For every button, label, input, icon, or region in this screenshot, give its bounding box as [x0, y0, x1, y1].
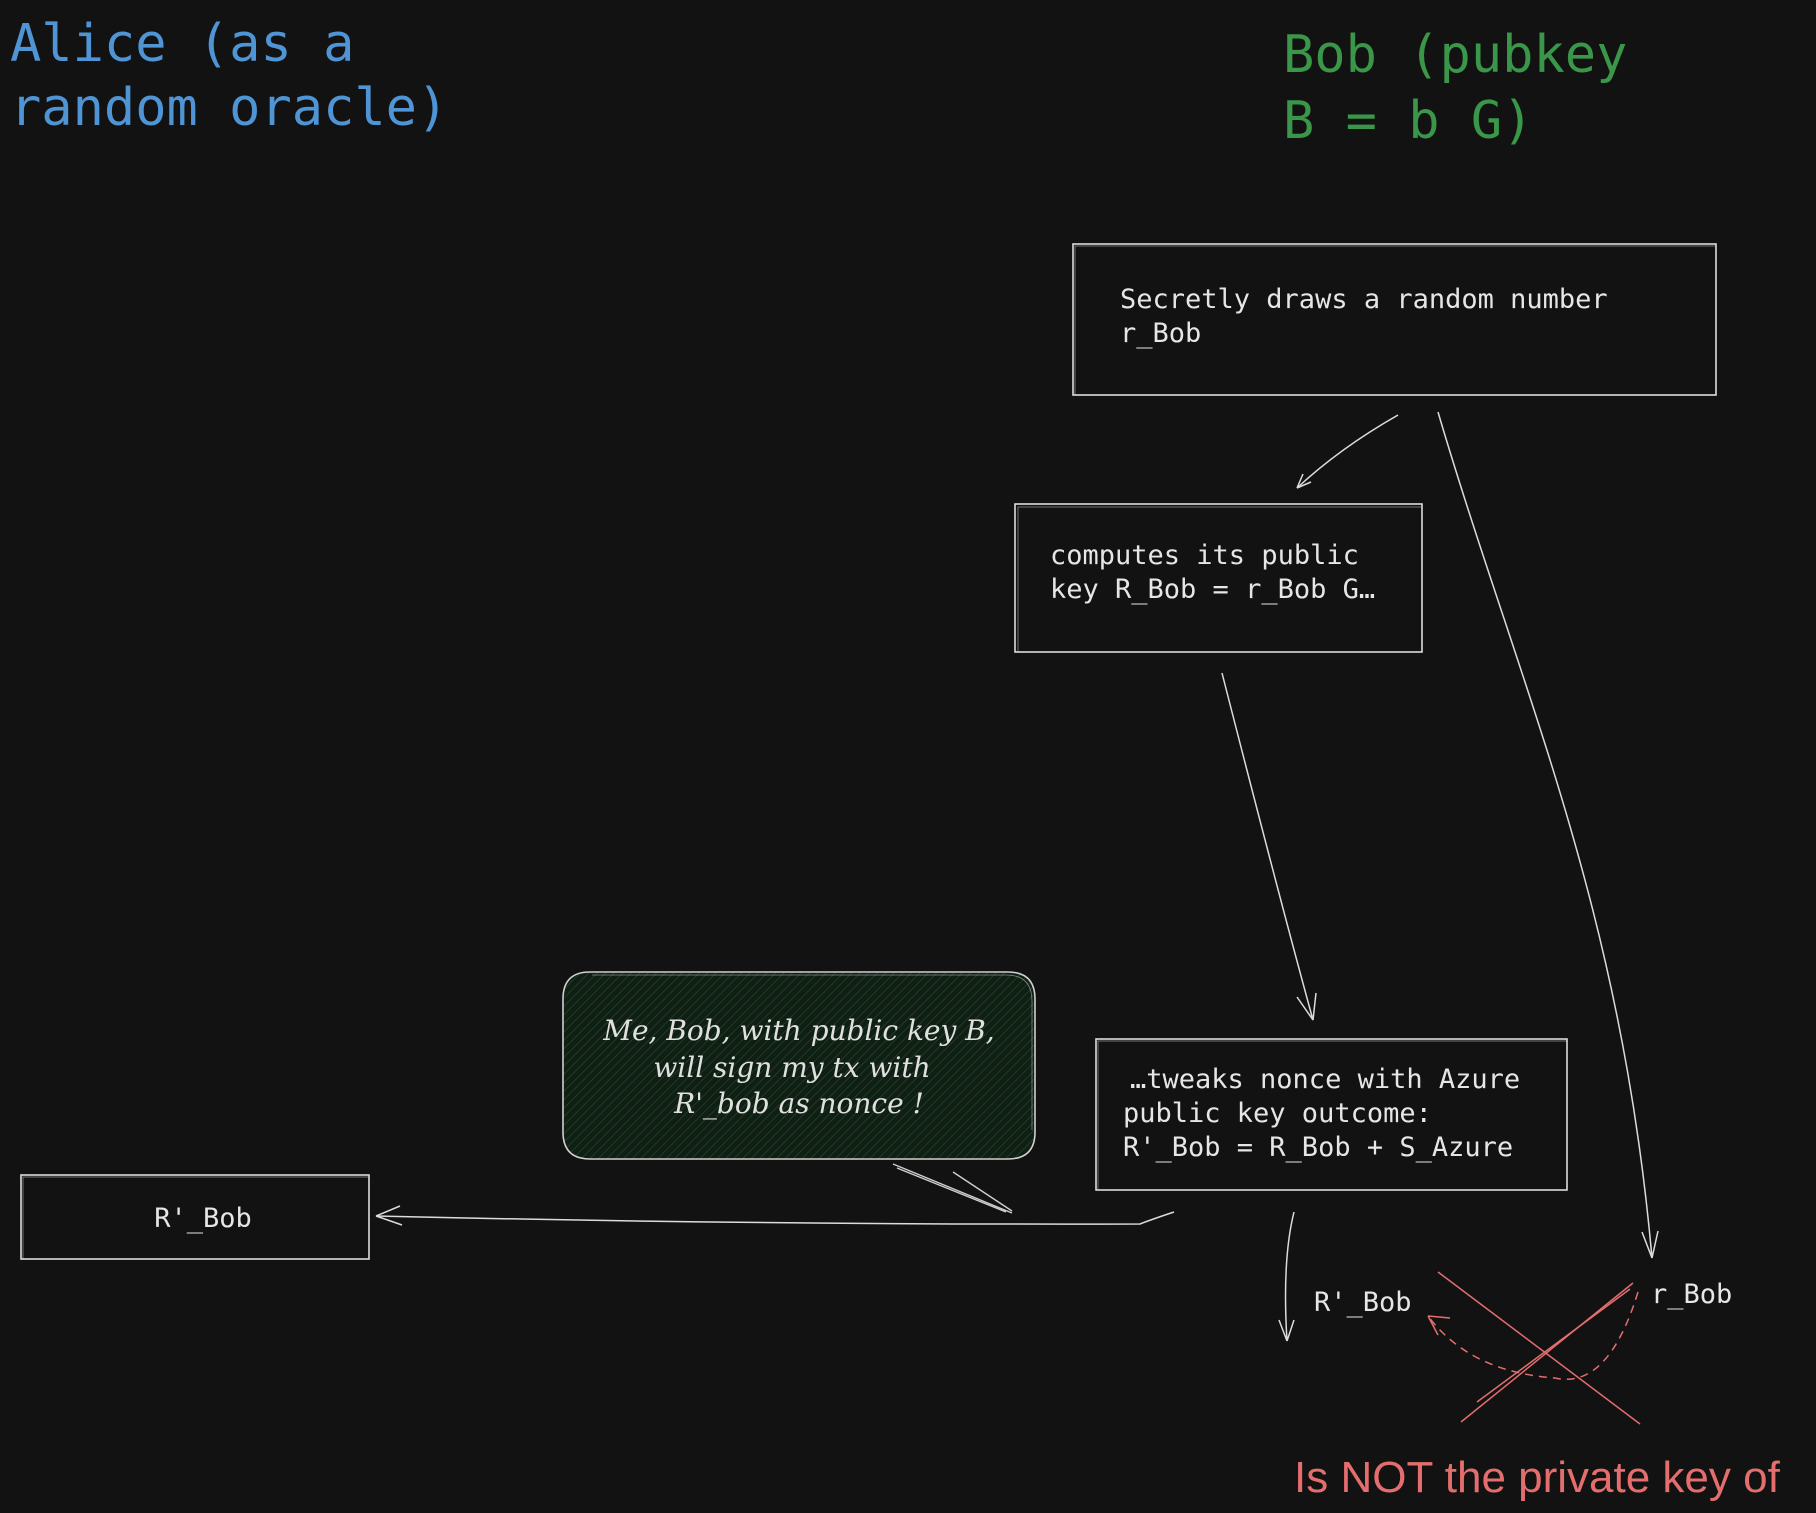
arrow-draw-to-compute: [1296, 414, 1399, 489]
alice-title-line1: Alice (as a: [10, 14, 354, 74]
bob-title-line1: Bob (pubkey: [1283, 25, 1627, 85]
step-draw-nonce-box[interactable]: Secretly draws a random number r_Bob: [1072, 243, 1717, 396]
diagram-canvas: Alice (as a random oracle) Bob (pubkey B…: [10, 14, 1781, 1502]
step-draw-nonce-line2: r_Bob: [1120, 318, 1201, 349]
arrow-tweak-to-r-prime-bob: [1278, 1211, 1295, 1342]
step-tweak-line3: R'_Bob = R_Bob + S_Azure: [1123, 1132, 1513, 1163]
step-tweak-line1: …tweaks nonce with Azure: [1130, 1064, 1520, 1095]
step-draw-nonce-line1: Secretly draws a random number: [1120, 284, 1608, 315]
arrow-compute-to-tweak: [1221, 672, 1317, 1021]
warning-text: Is NOT the private key of: [1294, 1453, 1781, 1502]
bob-announcement-note[interactable]: Me, Bob, with public key B, will sign my…: [562, 971, 1036, 1214]
step-tweak-line2: public key outcome:: [1123, 1098, 1432, 1129]
alice-received-nonce-label: R'_Bob: [154, 1203, 252, 1234]
arrow-tweak-to-alice: [375, 1205, 1175, 1226]
note-line2: will sign my tx with: [653, 1051, 930, 1084]
step-compute-pubkey-line2: key R_Bob = r_Bob G…: [1050, 574, 1375, 605]
note-line3: R'_bob as nonce !: [673, 1087, 924, 1120]
note-line1: Me, Bob, with public key B,: [602, 1014, 994, 1047]
step-compute-pubkey-box[interactable]: computes its public key R_Bob = r_Bob G…: [1014, 503, 1423, 653]
alice-received-nonce-box[interactable]: R'_Bob: [20, 1174, 370, 1260]
r-bob-label: r_Bob: [1651, 1279, 1732, 1310]
step-compute-pubkey-line1: computes its public: [1050, 540, 1359, 571]
step-tweak-nonce-box[interactable]: …tweaks nonce with Azure public key outc…: [1095, 1038, 1568, 1191]
r-prime-bob-label: R'_Bob: [1314, 1287, 1412, 1318]
bob-title-line2: B = b G): [1283, 91, 1533, 151]
alice-title-line2: random oracle): [10, 78, 448, 138]
cross-out-mark: [1437, 1271, 1641, 1425]
dashed-relation-arrowhead: [1427, 1315, 1451, 1336]
